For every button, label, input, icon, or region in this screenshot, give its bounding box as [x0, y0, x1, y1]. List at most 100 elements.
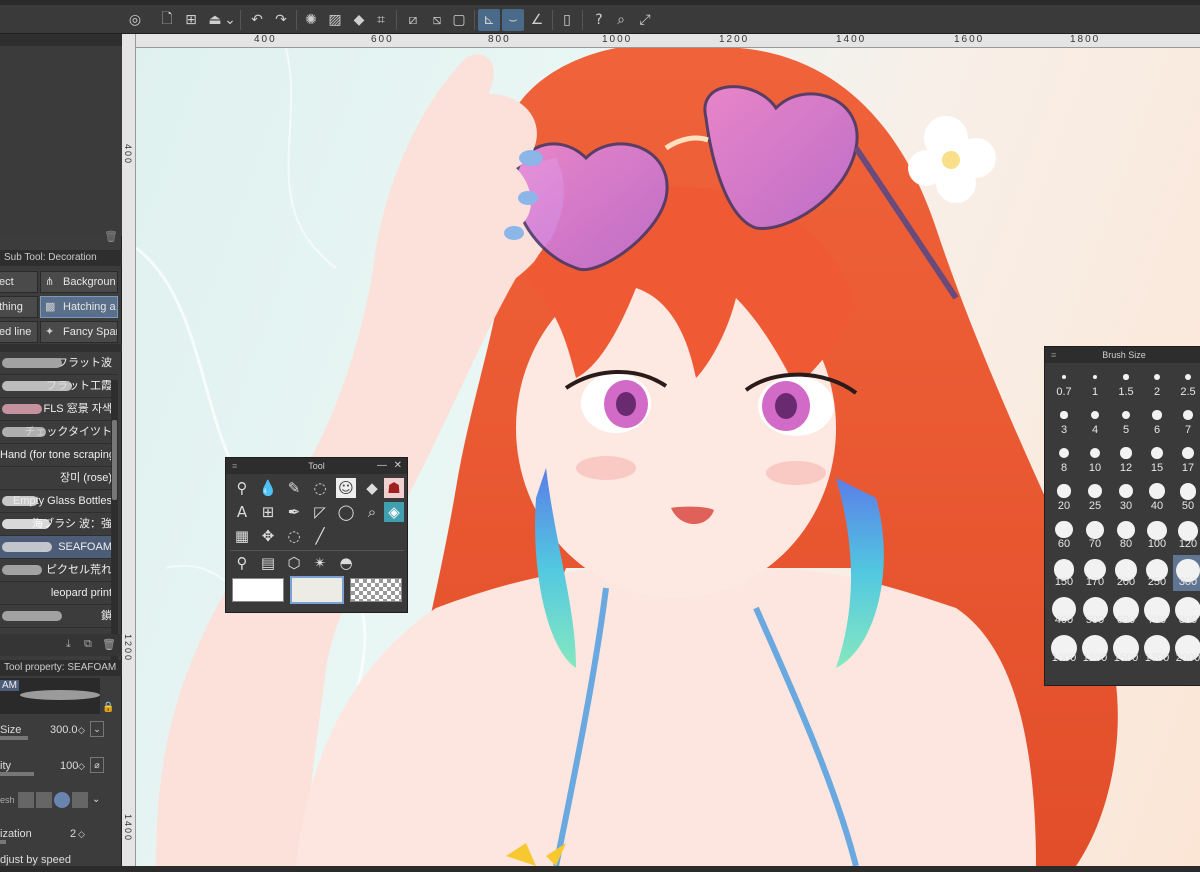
brush-size-option[interactable]: 10 — [1080, 441, 1110, 477]
sub-tool-button-hatching[interactable]: ▩ Hatching a — [40, 296, 118, 318]
brush-size-option[interactable]: 3 — [1049, 403, 1079, 439]
brush-item[interactable]: ピクセル荒れ — [0, 559, 118, 582]
main-color-swatch[interactable] — [232, 578, 284, 602]
brush-item[interactable]: FLS 窓景 자색 — [0, 398, 118, 421]
brush-size-option[interactable]: 50 — [1173, 479, 1200, 515]
size-value[interactable]: 300.0 — [50, 718, 78, 742]
stab-value[interactable]: 2 — [70, 822, 76, 846]
brush-settings-icon[interactable]: ⚲ — [232, 478, 252, 498]
menu-icon[interactable]: ≡ — [1051, 347, 1056, 363]
gradient-icon[interactable]: ◸ — [310, 502, 330, 522]
dropdown-icon[interactable]: ⌄ — [224, 9, 236, 31]
line-icon[interactable]: ╱ — [310, 526, 330, 546]
shape-option[interactable] — [72, 792, 88, 808]
sub-tool-button[interactable]: ect — [0, 271, 38, 293]
fill-icon[interactable]: ▨ — [324, 9, 346, 31]
fill-bucket-icon[interactable]: ◈ — [384, 502, 404, 522]
angle-icon[interactable]: ∠ — [526, 9, 548, 31]
stamp-icon[interactable]: ☗ — [384, 478, 404, 498]
brush-item[interactable]: Hand (for tone scraping) — [0, 444, 118, 467]
brush-size-option[interactable]: 1000 — [1049, 631, 1079, 667]
fullscreen-icon[interactable]: ⤢ — [634, 9, 656, 31]
brush-size-option[interactable]: 2.5 — [1173, 365, 1200, 401]
gradient-box-icon[interactable]: ▦ — [232, 526, 252, 546]
brush-item[interactable]: leopard print — [0, 582, 118, 605]
trash-icon[interactable]: 🗑 — [102, 638, 116, 651]
brush-size-option[interactable]: 20 — [1049, 479, 1079, 515]
layer-icon[interactable]: ⧅ — [426, 9, 448, 31]
brush-item[interactable]: 海ブラシ 波：強 — [0, 513, 118, 536]
sub-tool-button-background[interactable]: ⋔ Backgroun — [40, 271, 118, 293]
brush-size-option[interactable]: 400 — [1049, 593, 1079, 629]
vector-fill-icon[interactable]: ◓ — [336, 553, 356, 573]
brush-size-option[interactable]: 30 — [1111, 479, 1141, 515]
brush-item[interactable]: フラット工霞 — [0, 375, 118, 398]
move-icon[interactable]: ✥ — [258, 526, 278, 546]
brush-size-option[interactable]: 800 — [1173, 593, 1200, 629]
snap-special-icon[interactable]: ⌣ — [502, 9, 524, 31]
eraser-icon[interactable]: ◆ — [362, 478, 382, 498]
brush-size-option[interactable]: 1200 — [1080, 631, 1110, 667]
brush-size-option[interactable]: 500 — [1080, 593, 1110, 629]
rotate-icon[interactable]: ◌ — [284, 526, 304, 546]
brush-item[interactable]: チェックタイツト — [0, 421, 118, 444]
search-icon[interactable]: ⌕ — [610, 9, 632, 31]
opacity-slider[interactable] — [0, 772, 34, 776]
brush-size-option[interactable]: 120 — [1173, 517, 1200, 553]
stepper-icon[interactable]: ◇ — [78, 754, 85, 778]
brush-size-option[interactable]: 1700 — [1142, 631, 1172, 667]
brush-item[interactable]: 장미 (rose) — [0, 467, 118, 490]
loading-icon[interactable]: ✺ — [300, 9, 322, 31]
brush-size-option[interactable]: 15 — [1142, 441, 1172, 477]
brush-size-option[interactable]: 17 — [1173, 441, 1200, 477]
shape-option[interactable] — [36, 792, 52, 808]
menu-icon[interactable]: ≡ — [232, 458, 237, 474]
sub-tool-button[interactable]: ed line — [0, 321, 38, 343]
brush-size-option[interactable]: 8 — [1049, 441, 1079, 477]
sparkle-icon[interactable]: ✴ — [310, 553, 330, 573]
brush-size-option[interactable]: 150 — [1049, 555, 1079, 591]
save-icon[interactable]: ⏏ — [204, 9, 226, 31]
sub-color-swatch[interactable] — [290, 576, 344, 604]
pressure-toggle[interactable]: ⌄ — [90, 721, 104, 737]
balloon-icon[interactable]: ◯ — [336, 502, 356, 522]
stepper-icon[interactable]: ◇ — [78, 822, 85, 846]
sub-tool-button[interactable]: thing — [0, 296, 38, 318]
brush-size-option[interactable]: 1.5 — [1111, 365, 1141, 401]
brush-size-option[interactable]: 200 — [1111, 555, 1141, 591]
opacity-value[interactable]: 100 — [60, 754, 78, 778]
brush-size-option[interactable]: 4 — [1080, 403, 1110, 439]
grid-icon[interactable]: ⊞ — [258, 502, 278, 522]
zoom-icon[interactable]: ⌕ — [362, 502, 382, 522]
snap-ruler-icon[interactable]: ⊾ — [478, 9, 500, 31]
brush-size-option[interactable]: 2 — [1142, 365, 1172, 401]
stepper-icon[interactable]: ◇ — [78, 718, 85, 742]
brush-item-selected[interactable]: SEAFOAM — [0, 536, 118, 559]
avatar-icon[interactable]: ☺ — [336, 478, 356, 498]
brush-size-option[interactable]: 5 — [1111, 403, 1141, 439]
pin-icon[interactable]: ⚲ — [232, 553, 252, 573]
brush-size-option[interactable]: 0.7 — [1049, 365, 1079, 401]
stab-slider[interactable] — [0, 840, 6, 844]
brush-size-option[interactable]: 40 — [1142, 479, 1172, 515]
mobile-icon[interactable]: ▯ — [556, 9, 578, 31]
brush-size-option[interactable]: 70 — [1080, 517, 1110, 553]
undo-icon[interactable]: ↶ — [246, 9, 268, 31]
shape-option-selected[interactable] — [54, 792, 70, 808]
app-menu-icon[interactable]: ◎ — [124, 9, 146, 31]
brush-size-option[interactable]: 170 — [1080, 555, 1110, 591]
brush-size-option[interactable]: 60 — [1049, 517, 1079, 553]
size-slider[interactable] — [0, 736, 28, 740]
lasso-icon[interactable]: ◌ — [310, 478, 330, 498]
brush-list-scrollbar[interactable] — [111, 380, 118, 676]
brush-size-option[interactable]: 7 — [1173, 403, 1200, 439]
brush-size-option[interactable]: 700 — [1142, 593, 1172, 629]
add-icon[interactable]: ⊞ — [180, 9, 202, 31]
brush-item[interactable]: 鎖 — [0, 605, 118, 628]
close-icon[interactable]: ✕ — [394, 458, 402, 474]
brush-size-option[interactable]: 300 — [1173, 555, 1200, 591]
brush-size-option[interactable]: 25 — [1080, 479, 1110, 515]
snap-grid-icon[interactable]: ▢ — [448, 9, 470, 31]
brush-item[interactable]: Empty Glass Bottles — [0, 490, 118, 513]
shape-option[interactable] — [18, 792, 34, 808]
